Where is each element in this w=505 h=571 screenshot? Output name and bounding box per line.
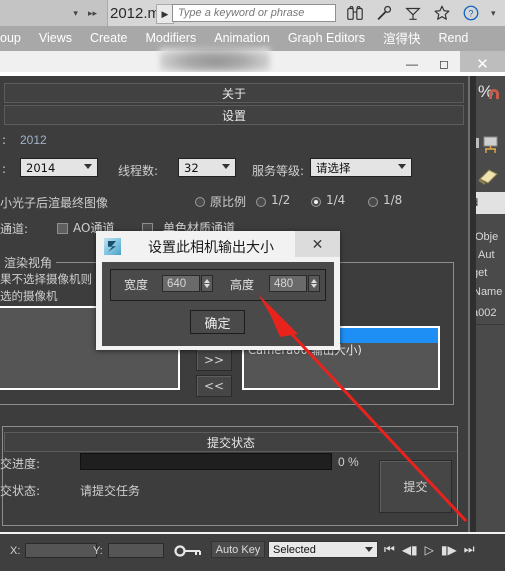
svg-text:?: ? bbox=[468, 9, 473, 19]
service-level-label: 服务等级: bbox=[252, 164, 305, 178]
chevron-down-icon bbox=[365, 547, 373, 552]
service-level-value: 请选择 bbox=[316, 160, 351, 175]
version-label-colon: : bbox=[2, 133, 7, 147]
key-icon[interactable] bbox=[174, 544, 202, 558]
progress-bar bbox=[80, 453, 332, 470]
max-version-value: 2014 bbox=[26, 160, 56, 175]
progress-label: 交进度: bbox=[0, 457, 41, 471]
height-spinner[interactable] bbox=[308, 275, 320, 292]
chevron-down-icon bbox=[84, 164, 92, 169]
camera-output-size-dialog: 设置此相机输出大小 ✕ 宽度 640 高度 480 确定 bbox=[96, 231, 340, 350]
max-version-select[interactable]: 2014 bbox=[20, 158, 98, 177]
menu-item-views[interactable]: Views bbox=[30, 26, 81, 51]
chevron-down-icon bbox=[398, 164, 406, 169]
menu-item-graph-editors[interactable]: Graph Editors bbox=[279, 26, 374, 51]
ratio-label-eighth: 1/8 bbox=[383, 193, 403, 207]
width-spinner[interactable] bbox=[201, 275, 213, 292]
menu-item-xuandekuai[interactable]: 渲得快 bbox=[374, 26, 430, 51]
keyword-placeholder: Type a keyword or phrase bbox=[178, 7, 305, 19]
chevron-down-icon bbox=[222, 164, 230, 169]
dialog-close-button[interactable]: ✕ bbox=[295, 231, 340, 257]
ratio-radio-quarter[interactable] bbox=[311, 197, 321, 207]
max-version-label-colon: : bbox=[2, 162, 7, 176]
ratio-radio-original[interactable] bbox=[195, 197, 205, 207]
help-icon[interactable]: ? bbox=[462, 4, 480, 22]
dialog-titlebar: 设置此相机输出大小 ✕ bbox=[96, 231, 340, 262]
titlebar-blurred-title bbox=[160, 48, 270, 72]
dialog-title: 设置此相机输出大小 bbox=[148, 240, 274, 256]
move-right-button[interactable]: >> bbox=[196, 349, 232, 371]
star-icon[interactable] bbox=[433, 4, 451, 22]
progress-percent: 0 % bbox=[338, 455, 359, 469]
status-value: 请提交任务 bbox=[80, 484, 141, 498]
threads-select[interactable]: 32 bbox=[178, 158, 236, 177]
selection-filter-select[interactable]: Selected bbox=[268, 541, 378, 558]
qat-expand-caret-icon[interactable]: ▸▸ bbox=[88, 8, 97, 18]
auto-key-button[interactable]: Auto Key bbox=[211, 541, 265, 558]
y-coordinate-label: Y: bbox=[93, 545, 103, 557]
keyword-search-input[interactable]: Type a keyword or phrase bbox=[172, 4, 336, 22]
submit-button[interactable]: 提交 bbox=[379, 460, 452, 513]
qat-icon-group: ? ▾ bbox=[340, 0, 505, 26]
ratio-radio-half[interactable] bbox=[256, 197, 266, 207]
x-coordinate-label: X: bbox=[10, 545, 21, 557]
play-button[interactable]: ▷ bbox=[425, 543, 434, 557]
version-value: 2012 bbox=[20, 133, 47, 147]
qat-dropdown-caret-icon[interactable]: ▾ bbox=[73, 8, 78, 18]
wrench-icon[interactable] bbox=[375, 4, 393, 22]
satellite-dish-icon[interactable] bbox=[404, 4, 422, 22]
binoculars-icon[interactable] bbox=[346, 4, 364, 22]
width-label: 宽度 bbox=[124, 278, 149, 292]
settings-section-header: 设置 bbox=[4, 105, 464, 125]
x-coordinate-field[interactable] bbox=[25, 543, 97, 558]
camera-hint-line2: 选的摄像机 bbox=[0, 289, 58, 303]
ratio-radio-eighth[interactable] bbox=[368, 197, 378, 207]
ao-channel-checkbox[interactable] bbox=[57, 223, 68, 234]
go-to-start-button[interactable]: ⏮ bbox=[384, 542, 395, 557]
about-section-header: 关于 bbox=[4, 83, 464, 103]
threads-label: 线程数: bbox=[118, 164, 159, 178]
ratio-label-quarter: 1/4 bbox=[326, 193, 346, 207]
service-level-select[interactable]: 请选择 bbox=[310, 158, 412, 177]
dialog-body: 宽度 640 高度 480 确定 bbox=[102, 262, 334, 346]
camera-view-group-label: 渲染视角 bbox=[0, 254, 57, 271]
photon-label: 小光子后渲最终图像 bbox=[0, 196, 109, 210]
light-icon bbox=[478, 169, 498, 185]
confirm-button[interactable]: 确定 bbox=[190, 310, 245, 334]
help-caret-icon[interactable]: ▾ bbox=[491, 8, 496, 19]
camera-hint-line1: 果不选择摄像机则 bbox=[0, 272, 92, 286]
menu-item-create[interactable]: Create bbox=[81, 26, 137, 51]
menu-item-group[interactable]: oup bbox=[0, 26, 30, 51]
panel-vertical-scrollbar[interactable] bbox=[470, 76, 476, 532]
threads-value: 32 bbox=[184, 160, 199, 175]
move-left-button[interactable]: << bbox=[196, 375, 232, 397]
go-to-end-button[interactable]: ⏭ bbox=[464, 542, 475, 557]
y-coordinate-field[interactable] bbox=[108, 543, 164, 558]
file-name-display: 2012.max bbox=[110, 0, 176, 26]
magnet-icon bbox=[489, 89, 499, 99]
app-icon bbox=[104, 238, 121, 255]
quick-access-toolbar: ▾ ▸▸ 2012.max ▶ Type a keyword or phrase… bbox=[0, 0, 505, 27]
next-frame-button[interactable]: ▮▶ bbox=[441, 543, 457, 557]
width-input[interactable]: 640 bbox=[162, 275, 200, 292]
selection-filter-value: Selected bbox=[273, 543, 316, 556]
channel-label: 通道: bbox=[0, 222, 29, 236]
ratio-label-half: 1/2 bbox=[271, 193, 291, 207]
status-label: 交状态: bbox=[0, 484, 41, 498]
ratio-label-original: 原比例 bbox=[210, 195, 247, 209]
height-label: 高度 bbox=[230, 278, 255, 292]
transport-controls: ⏮ ◀▮ ▷ ▮▶ ⏭ bbox=[384, 538, 505, 561]
height-input[interactable]: 480 bbox=[269, 275, 307, 292]
previous-frame-button[interactable]: ◀▮ bbox=[402, 543, 418, 557]
qat-left-group: ▾ ▸▸ bbox=[0, 0, 108, 26]
menu-item-rendering[interactable]: Rend bbox=[429, 26, 477, 51]
